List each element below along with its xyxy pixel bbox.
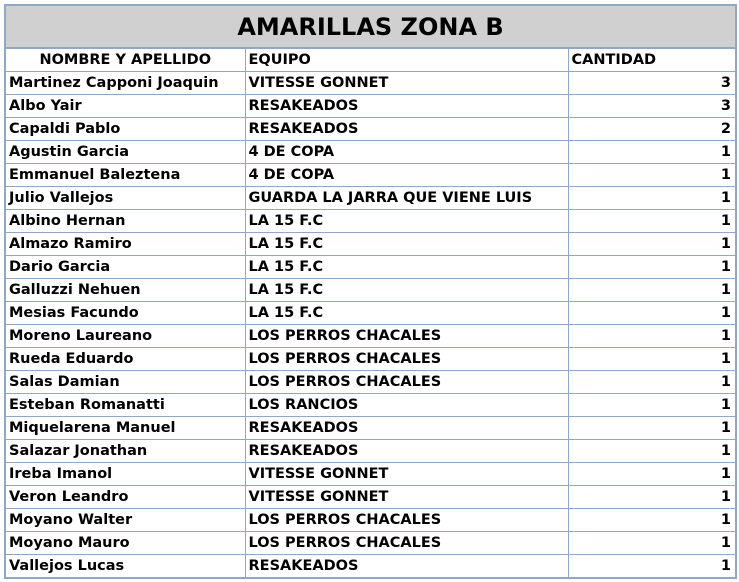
table-header-row: NOMBRE Y APELLIDO EQUIPO CANTIDAD	[6, 49, 735, 72]
team-cell: RESAKEADOS	[244, 439, 569, 463]
card-count-cell: 1	[567, 508, 735, 532]
card-count-cell: 2	[567, 117, 735, 141]
team-cell: VITESSE GONNET	[244, 462, 569, 486]
player-name-cell: Ireba Imanol	[6, 462, 246, 486]
table-row: Martinez Capponi Joaquin VITESSE GONNET 3	[6, 71, 735, 95]
table-row: Dario Garcia LA 15 F.C 1	[6, 255, 735, 279]
player-name-cell: Albino Hernan	[6, 209, 246, 233]
player-name-cell: Miquelarena Manuel	[6, 416, 246, 440]
player-name-cell: Moyano Walter	[6, 508, 246, 532]
team-cell: LOS PERROS CHACALES	[244, 370, 569, 394]
card-count-cell: 1	[567, 186, 735, 210]
table-row: Salas Damian LOS PERROS CHACALES 1	[6, 370, 735, 394]
yellow-cards-sheet: AMARILLAS ZONA B NOMBRE Y APELLIDO EQUIP…	[4, 4, 737, 579]
card-count-cell: 1	[567, 255, 735, 279]
table-row: Galluzzi Nehuen LA 15 F.C 1	[6, 278, 735, 302]
team-cell: 4 DE COPA	[244, 140, 569, 164]
team-cell: LA 15 F.C	[244, 301, 569, 325]
table-row: Ireba Imanol VITESSE GONNET 1	[6, 462, 735, 486]
card-count-cell: 1	[567, 554, 735, 577]
team-cell: LA 15 F.C	[244, 255, 569, 279]
yellow-cards-table: NOMBRE Y APELLIDO EQUIPO CANTIDAD Martin…	[6, 49, 735, 577]
player-name-cell: Esteban Romanatti	[6, 393, 246, 417]
player-name-cell: Galluzzi Nehuen	[6, 278, 246, 302]
player-name-cell: Salazar Jonathan	[6, 439, 246, 463]
card-count-cell: 1	[567, 278, 735, 302]
player-name-cell: Agustin Garcia	[6, 140, 246, 164]
table-row: Emmanuel Baleztena 4 DE COPA 1	[6, 163, 735, 187]
player-name-cell: Julio Vallejos	[6, 186, 246, 210]
team-cell: VITESSE GONNET	[244, 71, 569, 95]
team-cell: LOS PERROS CHACALES	[244, 531, 569, 555]
team-cell: GUARDA LA JARRA QUE VIENE LUIS	[244, 186, 569, 210]
card-count-cell: 1	[567, 163, 735, 187]
card-count-cell: 1	[567, 232, 735, 256]
team-cell: VITESSE GONNET	[244, 485, 569, 509]
player-name-cell: Vallejos Lucas	[6, 554, 246, 577]
player-name-cell: Mesias Facundo	[6, 301, 246, 325]
table-row: Mesias Facundo LA 15 F.C 1	[6, 301, 735, 325]
column-header-quantity: CANTIDAD	[567, 49, 735, 72]
table-row: Moreno Laureano LOS PERROS CHACALES 1	[6, 324, 735, 348]
player-name-cell: Moreno Laureano	[6, 324, 246, 348]
team-cell: RESAKEADOS	[244, 117, 569, 141]
column-header-name: NOMBRE Y APELLIDO	[6, 49, 246, 72]
table-row: Agustin Garcia 4 DE COPA 1	[6, 140, 735, 164]
sheet-title: AMARILLAS ZONA B	[6, 6, 735, 49]
card-count-cell: 1	[567, 485, 735, 509]
table-row: Salazar Jonathan RESAKEADOS 1	[6, 439, 735, 463]
team-cell: LA 15 F.C	[244, 278, 569, 302]
table-row: Albo Yair RESAKEADOS 3	[6, 94, 735, 118]
player-name-cell: Almazo Ramiro	[6, 232, 246, 256]
card-count-cell: 1	[567, 140, 735, 164]
player-name-cell: Rueda Eduardo	[6, 347, 246, 371]
card-count-cell: 1	[567, 301, 735, 325]
player-name-cell: Salas Damian	[6, 370, 246, 394]
team-cell: LA 15 F.C	[244, 232, 569, 256]
table-row: Miquelarena Manuel RESAKEADOS 1	[6, 416, 735, 440]
table-row: Esteban Romanatti LOS RANCIOS 1	[6, 393, 735, 417]
team-cell: LA 15 F.C	[244, 209, 569, 233]
card-count-cell: 3	[567, 71, 735, 95]
card-count-cell: 1	[567, 209, 735, 233]
team-cell: RESAKEADOS	[244, 416, 569, 440]
table-row: Vallejos Lucas RESAKEADOS 1	[6, 554, 735, 577]
column-header-team: EQUIPO	[244, 49, 569, 72]
player-name-cell: Albo Yair	[6, 94, 246, 118]
table-body: Martinez Capponi Joaquin VITESSE GONNET 3 A…	[6, 71, 735, 577]
table-row: Rueda Eduardo LOS PERROS CHACALES 1	[6, 347, 735, 371]
team-cell: RESAKEADOS	[244, 554, 569, 577]
card-count-cell: 1	[567, 439, 735, 463]
table-row: Albino Hernan LA 15 F.C 1	[6, 209, 735, 233]
card-count-cell: 1	[567, 462, 735, 486]
player-name-cell: Emmanuel Baleztena	[6, 163, 246, 187]
team-cell: LOS PERROS CHACALES	[244, 324, 569, 348]
player-name-cell: Martinez Capponi Joaquin	[6, 71, 246, 95]
team-cell: LOS RANCIOS	[244, 393, 569, 417]
table-row: Veron Leandro VITESSE GONNET 1	[6, 485, 735, 509]
table-row: Almazo Ramiro LA 15 F.C 1	[6, 232, 735, 256]
team-cell: LOS PERROS CHACALES	[244, 508, 569, 532]
team-cell: RESAKEADOS	[244, 94, 569, 118]
table-row: Julio Vallejos GUARDA LA JARRA QUE VIENE …	[6, 186, 735, 210]
player-name-cell: Dario Garcia	[6, 255, 246, 279]
card-count-cell: 1	[567, 393, 735, 417]
team-cell: LOS PERROS CHACALES	[244, 347, 569, 371]
table-row: Capaldi Pablo RESAKEADOS 2	[6, 117, 735, 141]
table-row: Moyano Mauro LOS PERROS CHACALES 1	[6, 531, 735, 555]
card-count-cell: 1	[567, 324, 735, 348]
player-name-cell: Capaldi Pablo	[6, 117, 246, 141]
table-row: Moyano Walter LOS PERROS CHACALES 1	[6, 508, 735, 532]
card-count-cell: 3	[567, 94, 735, 118]
player-name-cell: Moyano Mauro	[6, 531, 246, 555]
card-count-cell: 1	[567, 370, 735, 394]
card-count-cell: 1	[567, 416, 735, 440]
player-name-cell: Veron Leandro	[6, 485, 246, 509]
card-count-cell: 1	[567, 347, 735, 371]
team-cell: 4 DE COPA	[244, 163, 569, 187]
card-count-cell: 1	[567, 531, 735, 555]
